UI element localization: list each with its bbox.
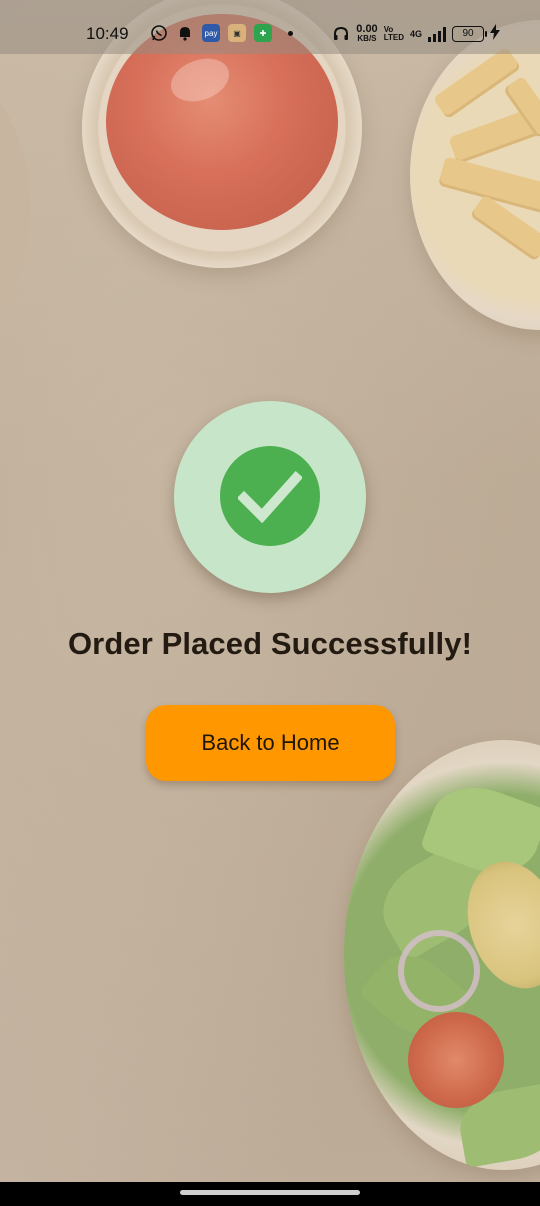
- tomato-image: [408, 1012, 504, 1108]
- more-notifications-dot: [288, 30, 293, 36]
- battery-icon: 90: [452, 25, 487, 42]
- volte-bottom: LTED: [383, 32, 404, 42]
- network-speed-value: 0.00: [356, 22, 378, 35]
- network-speed-unit: KB/S: [357, 33, 377, 43]
- battery-level: 90: [462, 28, 474, 39]
- whatsapp-icon: [150, 24, 168, 42]
- onion-image: [398, 930, 480, 1012]
- home-indicator[interactable]: [180, 1190, 360, 1195]
- shield-icon: ✚: [254, 24, 272, 42]
- signal-icon: [428, 26, 446, 42]
- back-to-home-button[interactable]: Back to Home: [146, 705, 395, 781]
- bell-icon: [176, 24, 194, 42]
- status-bar: 10:49 pay ▣ ✚ 0.00 KB/S Vo LTED 4G 90: [0, 0, 540, 54]
- network-speed: 0.00 KB/S: [356, 22, 378, 43]
- order-success-screen: 10:49 pay ▣ ✚ 0.00 KB/S Vo LTED 4G 90 Or…: [0, 0, 540, 1206]
- checkmark-icon: [238, 470, 302, 524]
- check-circle-icon: [220, 446, 320, 546]
- volte-indicator: Vo LTED: [383, 25, 404, 42]
- network-type: 4G: [409, 28, 422, 39]
- status-time: 10:49: [86, 24, 129, 43]
- notification-icons: pay ▣ ✚: [150, 24, 293, 42]
- app-icon-blue: pay: [202, 24, 220, 42]
- system-icons: 0.00 KB/S Vo LTED 4G 90: [332, 22, 500, 43]
- app-icon-box: ▣: [228, 24, 246, 42]
- success-title: Order Placed Successfully!: [67, 626, 473, 661]
- headphones-icon: [332, 25, 350, 43]
- charging-icon: [490, 24, 500, 43]
